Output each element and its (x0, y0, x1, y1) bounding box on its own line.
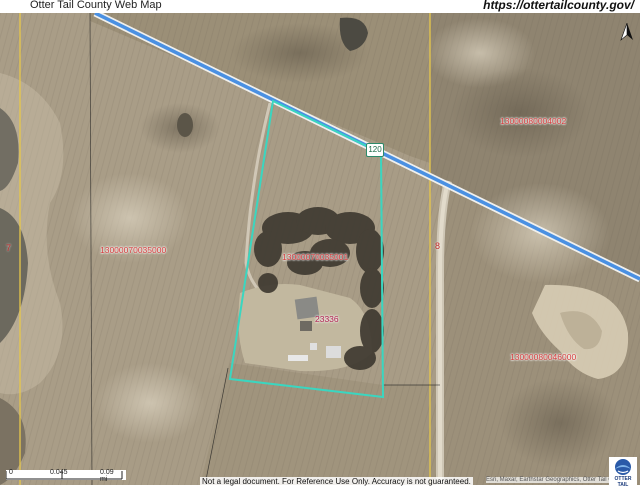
map-title: Otter Tail County Web Map (30, 0, 162, 11)
parcel-label-selected: 13000070035001 (282, 252, 349, 262)
logo-text: OTTER TAIL (614, 476, 632, 488)
north-arrow-icon (620, 23, 633, 41)
otter-tail-logo: OTTER TAIL (609, 457, 637, 488)
section-number-7: 7 (6, 243, 12, 253)
scale-label-end: 0.09 mi (100, 469, 114, 483)
scale-label-mid: 0.045 (50, 469, 68, 476)
county-url-link[interactable]: https://ottertailcounty.gov/ (483, 0, 634, 12)
legal-disclaimer: Not a legal document. For Reference Use … (200, 477, 473, 486)
imagery-credits: Esri, Maxar, Earthstar Geographics, Otte… (486, 477, 628, 483)
aerial-map[interactable]: 13000080004002 13000070035000 1300007003… (0, 13, 640, 485)
map-header: Otter Tail County Web Map https://ottert… (0, 0, 640, 13)
route-120-shield: 120 (366, 143, 384, 157)
aerial-imagery (0, 13, 640, 485)
parcel-label-north-east: 13000080004002 (500, 116, 567, 126)
address-label: 23336 (315, 314, 339, 324)
parcel-label-west: 13000070035000 (100, 245, 167, 255)
scale-label-zero: 0 (9, 469, 13, 476)
parcel-label-south-east: 13000080046000 (510, 352, 577, 362)
section-number-8: 8 (435, 241, 441, 251)
